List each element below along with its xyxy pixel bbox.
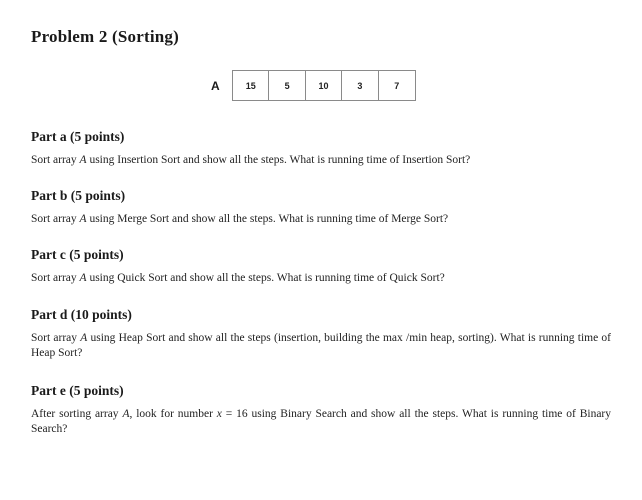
question-text: using Heap Sort and show all the steps (…	[31, 332, 611, 359]
array-cell: 10	[306, 71, 343, 100]
part-a: Part a (5 points) Sort array A using Ins…	[31, 129, 611, 168]
question-text: Sort array	[31, 154, 80, 166]
array-cell: 3	[342, 71, 379, 100]
part-heading: Part b (5 points)	[31, 188, 126, 203]
part-question: After sorting array A, look for number x…	[31, 407, 611, 437]
math-variable: A	[79, 154, 87, 166]
part-e: Part e (5 points) After sorting array A,…	[31, 383, 611, 437]
problem-title: Problem 2 (Sorting)	[31, 27, 179, 46]
math-variable: A	[79, 213, 87, 225]
array-cells: 15 5 10 3 7	[232, 70, 416, 101]
question-text: using Merge Sort and show all the steps.…	[86, 213, 449, 225]
question-text: Sort array	[31, 213, 80, 225]
math-variable: A	[79, 272, 87, 284]
part-b: Part b (5 points) Sort array A using Mer…	[31, 188, 611, 227]
question-text: After sorting array	[31, 408, 123, 420]
question-text: using Quick Sort and show all the steps.…	[86, 272, 445, 284]
part-heading: Part e (5 points)	[31, 383, 124, 398]
array-cell: 7	[394, 80, 400, 91]
part-c: Part c (5 points) Sort array A using Qui…	[31, 247, 611, 286]
part-question: Sort array A using Heap Sort and show al…	[31, 331, 611, 361]
part-heading: Part c (5 points)	[31, 247, 124, 262]
part-question: Sort array A using Merge Sort and show a…	[31, 212, 611, 227]
array-cell: 15	[233, 71, 270, 100]
question-text: , look for number	[129, 408, 217, 420]
question-text: using Insertion Sort and show all the st…	[86, 154, 471, 166]
question-text: Sort array	[31, 272, 80, 284]
part-question: Sort array A using Insertion Sort and sh…	[31, 153, 611, 168]
part-heading: Part a (5 points)	[31, 129, 125, 144]
array-figure: A 15 5 10 3 7	[205, 70, 416, 101]
array-cell: 5	[269, 71, 306, 100]
array-label: A	[211, 78, 220, 93]
question-text: Sort array	[31, 332, 81, 344]
part-d: Part d (10 points) Sort array A using He…	[31, 307, 611, 361]
part-question: Sort array A using Quick Sort and show a…	[31, 271, 611, 286]
part-heading: Part d (10 points)	[31, 307, 132, 322]
